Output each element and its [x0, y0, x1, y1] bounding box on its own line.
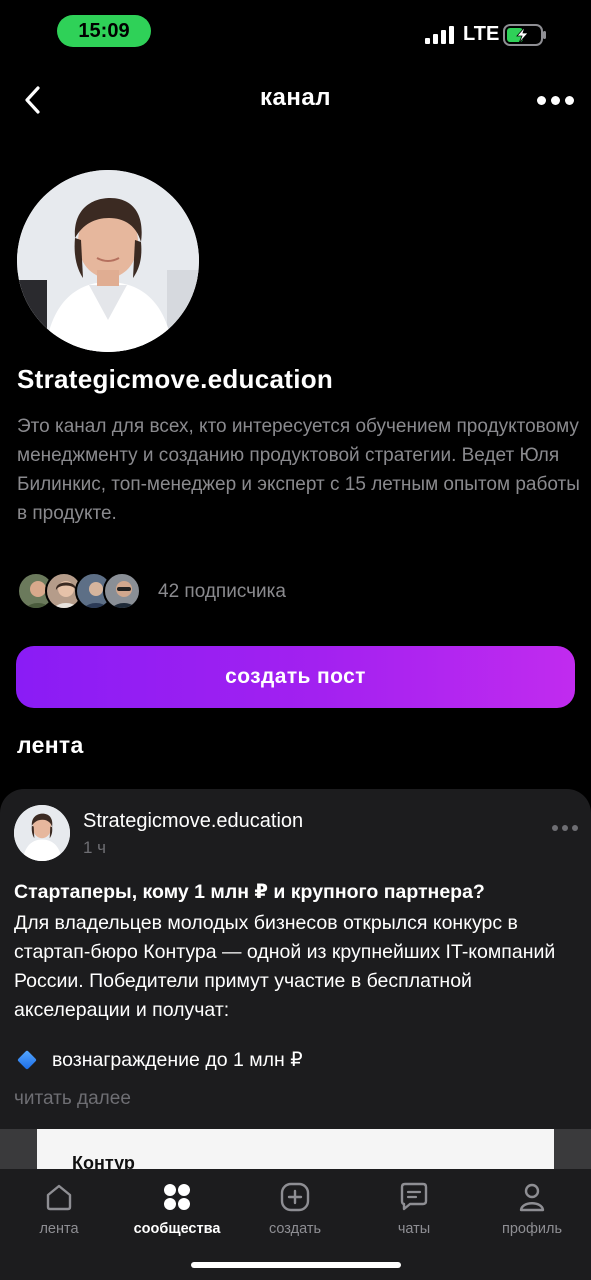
tab-communities[interactable]: сообщества: [118, 1181, 236, 1241]
channel-description: Это канал для всех, кто интересуется обу…: [17, 416, 580, 524]
post-bullet-item: вознаграждение до 1 млн ₽: [14, 1048, 303, 1072]
more-dots-icon: [552, 825, 558, 831]
profile-icon: [519, 1183, 545, 1212]
tab-label: чаты: [397, 1221, 431, 1237]
channel-name: Strategicmove.education: [17, 364, 334, 394]
subscribers-count: 42 подписчика: [158, 581, 286, 602]
tab-create[interactable]: создать: [236, 1181, 354, 1241]
read-more-link[interactable]: читать далее: [14, 1088, 131, 1110]
tab-label: лента: [39, 1221, 79, 1237]
person-portrait-icon: [14, 805, 70, 861]
more-dots-icon: [536, 95, 546, 105]
tab-label: профиль: [501, 1221, 563, 1237]
communities-icon: [164, 1184, 190, 1210]
feed-heading: лента: [17, 732, 84, 758]
person-portrait-icon: [17, 170, 199, 352]
chat-icon: [400, 1182, 428, 1211]
tab-profile[interactable]: профиль: [473, 1181, 591, 1241]
nav-header: канал: [0, 70, 591, 130]
subscriber-avatar: [103, 572, 141, 610]
status-bar: 15:09 LTE: [0, 0, 591, 64]
post-timestamp: 1 ч: [83, 838, 107, 857]
post-title: Стартаперы, кому 1 млн ₽ и крупного парт…: [14, 881, 485, 903]
battery-charging-icon: [503, 24, 546, 46]
subscribers-row[interactable]: 42 подписчика: [17, 572, 417, 612]
channel-avatar[interactable]: [17, 170, 199, 352]
tab-label: создать: [268, 1221, 322, 1237]
post-more-button[interactable]: [552, 825, 578, 831]
create-plus-icon: [280, 1182, 310, 1212]
post-bullet-text: вознаграждение до 1 млн ₽: [52, 1049, 303, 1071]
post-author-avatar[interactable]: [14, 805, 70, 861]
tab-label: сообщества: [133, 1221, 221, 1237]
post-author-name[interactable]: Strategicmove.education: [83, 810, 303, 833]
tab-chats[interactable]: чаты: [355, 1181, 473, 1241]
home-indicator[interactable]: [191, 1262, 401, 1268]
post-card[interactable]: Strategicmove.education 1 ч Стартаперы, …: [0, 789, 591, 1189]
blue-diamond-icon: [17, 1050, 37, 1070]
create-post-button[interactable]: создать пост: [16, 646, 575, 708]
home-icon: [46, 1184, 72, 1211]
network-type: LTE: [463, 23, 500, 45]
page-title: канал: [260, 84, 331, 111]
post-body: Для владельцев молодых бизнесов открылся…: [14, 912, 556, 1021]
tab-bar: лента сообщества создать чаты профиль: [0, 1169, 591, 1280]
status-time: 15:09: [57, 15, 151, 47]
tab-feed[interactable]: лента: [0, 1181, 118, 1241]
more-options-button[interactable]: [530, 84, 580, 116]
signal-strength-icon: [425, 26, 454, 44]
